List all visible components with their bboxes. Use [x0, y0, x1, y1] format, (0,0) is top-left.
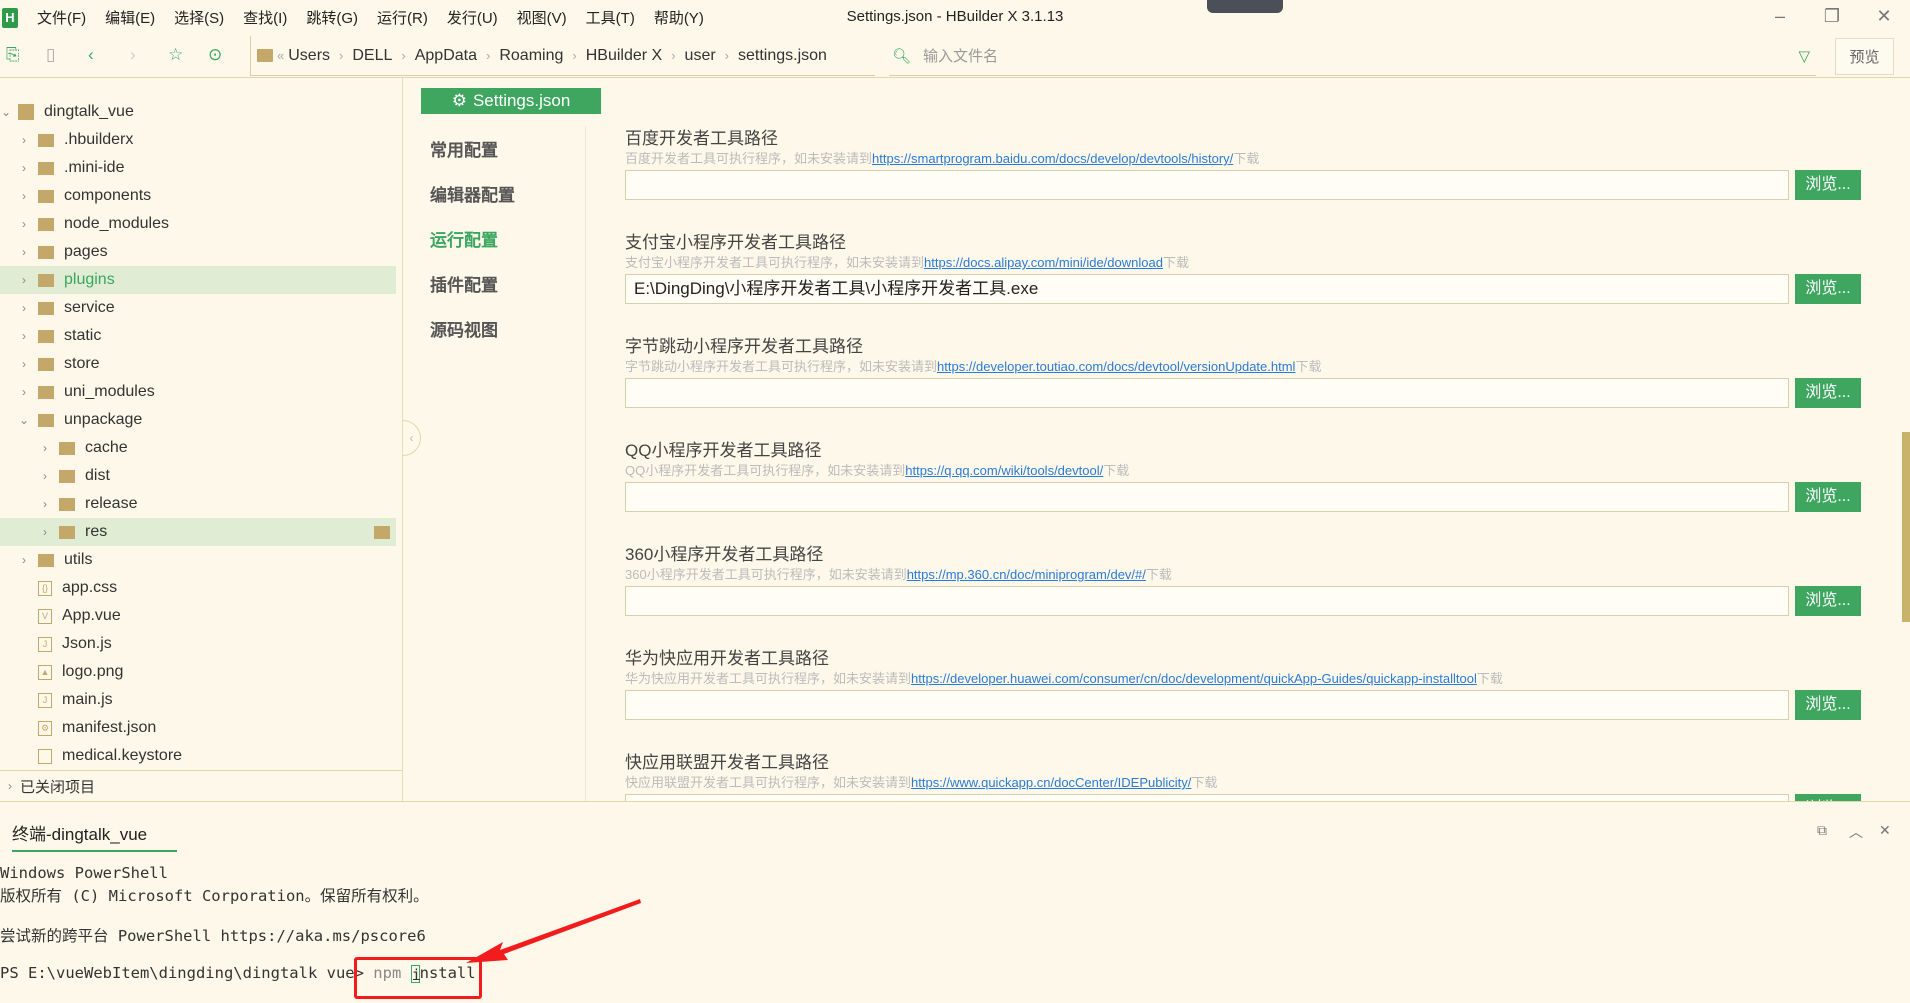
annotation-arrow	[466, 899, 641, 963]
